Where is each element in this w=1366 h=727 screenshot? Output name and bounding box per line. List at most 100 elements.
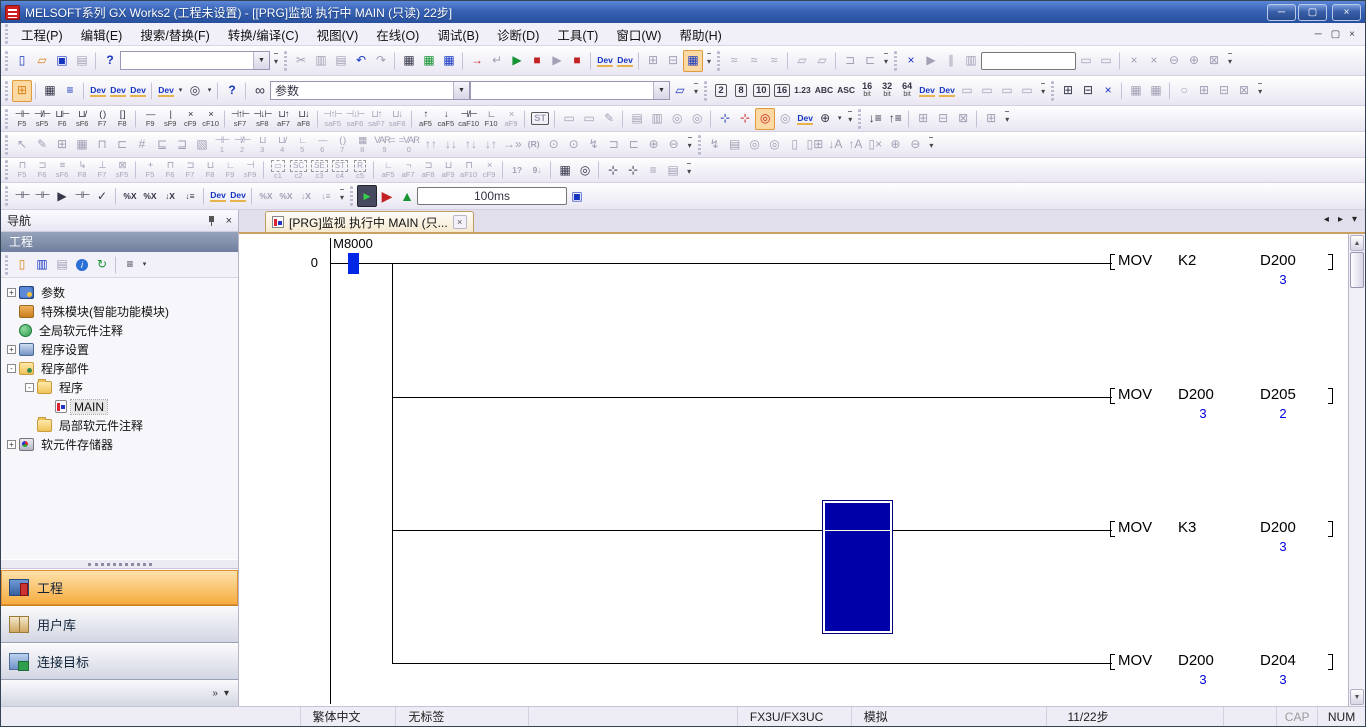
line-tool-sf6-icon[interactable]: ≡sF6▼ [52, 159, 72, 182]
tree-expand-icon[interactable]: - [7, 364, 16, 373]
zoom-out-icon[interactable]: ⊖▼ [664, 134, 684, 156]
align-left-icon[interactable]: ⊑▼ [152, 134, 172, 156]
menu-item[interactable]: 工程(P) [12, 22, 72, 47]
data-box-c3-icon[interactable]: SEc3▼ [309, 159, 330, 182]
write-mode-icon[interactable]: ✎▼ [32, 134, 52, 156]
real-display-icon[interactable]: 1.23▼ [792, 80, 813, 102]
instruction-mov-1[interactable]: MOV K2 D200 [1100, 252, 1337, 272]
wire-monitor2-icon[interactable]: ⊹▼ [623, 159, 643, 181]
redo-icon[interactable]: ↷▼ [371, 50, 391, 72]
track-wire-icon[interactable]: ⊹▼ [735, 108, 755, 130]
paste-icon[interactable]: ▤▼ [331, 50, 351, 72]
dropdown-arrow-icon[interactable]: ▾▼ [205, 80, 214, 102]
close-header-icon[interactable]: ⊟▼ [1078, 80, 1098, 102]
step-run-icon[interactable]: ▶▼ [921, 50, 941, 72]
scan-time-display[interactable]: 100ms▼ [417, 187, 567, 205]
ladder-edit1-icon[interactable]: ▦▼ [1126, 80, 1146, 102]
simulator-status-icon[interactable]: ▶▼ [357, 185, 377, 207]
mdi-close-icon[interactable]: × [1349, 29, 1355, 40]
read-from-plc-icon[interactable]: ▦▼ [419, 50, 439, 72]
find-previous-icon[interactable]: ◎▼ [765, 134, 785, 156]
rule-af9-icon[interactable]: ⊔aF9▼ [438, 159, 458, 182]
rising-pulse-icon[interactable]: ⊣↑⊢sF7▼ [229, 107, 251, 130]
scaling-x2-icon[interactable]: %X▼ [140, 185, 160, 207]
break-window-icon[interactable]: ⊠▼ [1204, 50, 1224, 72]
window2-icon[interactable]: ⊟▼ [1214, 80, 1234, 102]
entry-monitor-icon[interactable]: ◎▼ [575, 159, 595, 181]
toolbar-overflow-icon[interactable]: ▾▼ [270, 50, 282, 72]
device-find-icon[interactable]: Dev▼ [88, 80, 108, 102]
falling-pulse-icon[interactable]: ⊣↓⊢sF8▼ [251, 107, 273, 130]
current-value-change-icon[interactable]: ⊣⊢▼ [12, 185, 32, 208]
ladder-symbol-5-icon[interactable]: ∟5▼ [292, 133, 312, 156]
coil-icon[interactable]: ( )F7▼ [92, 107, 112, 130]
device-display-mode-icon[interactable]: Dev▼ [795, 108, 815, 130]
break-enable-icon[interactable]: ⊕▼ [1184, 50, 1204, 72]
menu-item[interactable]: 转换/编译(C) [219, 22, 308, 47]
scroll-up-icon[interactable]: ▲ [1350, 235, 1364, 251]
tree-item-parameters[interactable]: + 参数 [3, 283, 236, 302]
tile-window-icon[interactable]: ⊟▼ [663, 50, 683, 72]
open-branch-icon[interactable]: ⊔⊢F6▼ [52, 107, 72, 130]
pause-monitor-icon[interactable]: ▶▼ [547, 50, 567, 72]
edit-cursor-cell[interactable] [822, 500, 893, 634]
bit32-display-icon[interactable]: 32bit▼ [877, 80, 897, 102]
draw-rule-f8-icon[interactable]: ⊔F8▼ [200, 159, 220, 182]
remote-run-icon[interactable]: →▼ [467, 50, 487, 72]
vertical-scrollbar[interactable]: ▲ ▼ [1348, 234, 1365, 706]
tree-item-pou[interactable]: - 程序部件 [3, 359, 236, 378]
ladder-symbol-0-icon[interactable]: =VAR0▼ [397, 133, 421, 156]
menu-item[interactable]: 窗口(W) [607, 22, 670, 47]
tab-scroll-left-icon[interactable]: ◂ [1324, 214, 1329, 225]
work-list-icon[interactable]: ≡▼ [60, 80, 80, 102]
device-batch-icon[interactable]: Dev▼ [128, 80, 148, 102]
device-comment-icon[interactable]: Dev▼ [917, 80, 937, 102]
copy-icon[interactable]: ▥▼ [311, 50, 331, 72]
insert-column-icon[interactable]: ▯⊞▼ [805, 134, 826, 156]
grid-edit-icon[interactable]: ⊞▼ [52, 134, 72, 156]
tree-item-local-comment[interactable]: 局部软元件注释 [3, 416, 236, 435]
octal-display-icon[interactable]: 8▼ [731, 80, 751, 102]
module-configuration-icon[interactable]: ▦▼ [40, 80, 60, 102]
find-device-icon[interactable]: ◎▼ [687, 108, 707, 130]
table-edit-icon[interactable]: ▦▼ [72, 134, 92, 156]
offset-icon[interactable]: ↓X▼ [160, 185, 180, 207]
toolbar-overflow-icon[interactable]: ▾▼ [683, 159, 695, 181]
application-instruction-icon[interactable]: [ ]F8▼ [112, 107, 132, 130]
break-disable-icon[interactable]: ⊖▼ [1164, 50, 1184, 72]
tab-menu-icon[interactable]: ▾ [1352, 214, 1357, 225]
zoom-out2-icon[interactable]: ⊖▼ [905, 134, 925, 156]
horizontal-line-branch-icon[interactable]: ∟F10▼ [481, 107, 501, 130]
flash-copy-icon[interactable]: ↯▼ [705, 134, 725, 156]
dropdown-arrow-icon[interactable]: ▾▼ [176, 80, 185, 102]
rule-af5-icon[interactable]: ∟aF5▼ [378, 159, 398, 182]
list-display-icon[interactable]: ▤▼ [663, 159, 683, 181]
start-monitor-icon[interactable]: ▶▼ [507, 50, 527, 72]
menu-item[interactable]: 帮助(H) [670, 22, 730, 47]
toolbar-overflow-icon[interactable]: ▾▼ [1001, 108, 1013, 130]
remote-stop-icon[interactable]: ↵▼ [487, 50, 507, 72]
closed-branch-icon[interactable]: ⊔/sF6▼ [72, 107, 92, 130]
quick-edit-icon[interactable]: ↯▼ [584, 134, 604, 156]
window-arrange-icon[interactable]: ⊟▼ [933, 108, 953, 130]
property-icon[interactable]: i▼ [72, 254, 92, 276]
rung-copy-icon[interactable]: ▥▼ [647, 108, 667, 130]
data-box-c2-icon[interactable]: SCc2▼ [288, 159, 309, 182]
delete-cell-icon[interactable]: ▧▼ [192, 134, 212, 156]
rising-pulse-closed-icon[interactable]: ⊣↑⊢saF5▼ [322, 107, 344, 130]
mdi-restore-icon[interactable]: ▢ [1331, 29, 1340, 40]
select-mode-icon[interactable]: ↖▼ [12, 134, 32, 156]
start-stop-simulation-icon[interactable]: ▦▼ [683, 50, 703, 72]
tree-item-main[interactable]: MAIN [3, 397, 236, 416]
right-justify-icon[interactable]: ⊏▼ [624, 134, 644, 156]
toolbar-overflow-icon[interactable]: ▾▼ [1254, 80, 1266, 102]
move-down-icon[interactable]: ↓↑▼ [481, 134, 501, 156]
jump-right-icon[interactable]: →»▼ [501, 134, 524, 156]
minimize-button[interactable]: ─ [1267, 4, 1296, 21]
find-box-icon[interactable]: #▼ [132, 134, 152, 156]
toolbar-overflow-icon[interactable]: ▾▼ [844, 108, 856, 130]
tree-item-global-comment[interactable]: 全局软元件注释 [3, 321, 236, 340]
watch-register2-icon[interactable]: ▭▼ [977, 80, 997, 102]
rule-af7-icon[interactable]: ¬aF7▼ [398, 159, 418, 182]
ladder-symbol-8-icon[interactable]: ▦8▼ [352, 133, 372, 156]
